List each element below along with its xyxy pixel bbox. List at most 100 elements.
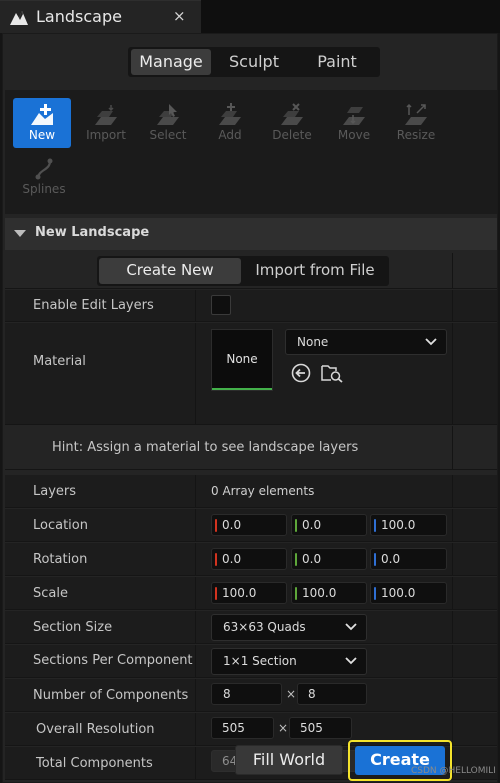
z-axis-marker xyxy=(374,587,376,600)
section-size-row: Section Size 63×63 Quads xyxy=(5,611,497,644)
overall-resolution-label: Overall Resolution xyxy=(36,722,155,737)
z-axis-marker xyxy=(374,553,376,566)
location-row: Location 0.0 0.0 100.0 xyxy=(5,509,497,542)
components-x-input[interactable]: 8 xyxy=(211,683,282,705)
scale-y-value: 100.0 xyxy=(302,586,337,600)
tool-resize[interactable]: Resize xyxy=(387,98,445,148)
landscape-panel: Manage Sculpt Paint New Import Select Ad… xyxy=(2,33,498,783)
enable-edit-layers-row: Enable Edit Layers xyxy=(5,290,497,322)
layers-value: 0 Array elements xyxy=(211,484,315,498)
rotation-z-input[interactable]: 0.0 xyxy=(370,548,447,570)
mode-sculpt[interactable]: Sculpt xyxy=(212,49,296,75)
rotation-x-input[interactable]: 0.0 xyxy=(211,548,287,570)
tool-add[interactable]: Add xyxy=(201,98,259,148)
chevron-down-icon xyxy=(345,623,357,631)
enable-edit-layers-label: Enable Edit Layers xyxy=(33,298,154,313)
material-combo-value: None xyxy=(297,335,329,349)
rotation-y-input[interactable]: 0.0 xyxy=(291,548,367,570)
resolution-x-input[interactable]: 505 xyxy=(211,717,274,739)
location-x-value: 0.0 xyxy=(222,518,242,532)
scale-z-input[interactable]: 100.0 xyxy=(370,582,447,604)
tool-new[interactable]: New xyxy=(13,98,71,148)
tool-splines-label: Splines xyxy=(22,182,66,196)
splines-icon xyxy=(35,158,53,180)
location-x-input[interactable]: 0.0 xyxy=(211,514,287,536)
new-landscape-icon xyxy=(31,104,53,125)
tab-landscape[interactable]: Landscape × xyxy=(0,0,201,33)
move-icon xyxy=(343,107,365,125)
mode-switcher: Manage Sculpt Paint xyxy=(128,47,380,77)
add-component-icon xyxy=(219,103,241,125)
components-y-input[interactable]: 8 xyxy=(297,683,367,705)
multiply-sign: × xyxy=(278,721,289,735)
tool-new-label: New xyxy=(28,128,56,142)
section-size-label: Section Size xyxy=(33,620,113,635)
section-size-value: 63×63 Quads xyxy=(223,620,306,634)
tool-select-label: Select xyxy=(149,128,187,142)
location-label: Location xyxy=(33,518,88,533)
use-selected-asset-icon[interactable] xyxy=(291,363,311,383)
location-y-value: 0.0 xyxy=(302,518,322,532)
layers-row: Layers 0 Array elements xyxy=(5,475,497,508)
material-type-bar xyxy=(212,388,272,390)
tool-move[interactable]: Move xyxy=(325,98,383,148)
new-landscape-section-header[interactable]: New Landscape xyxy=(5,218,497,250)
section-size-combo[interactable]: 63×63 Quads xyxy=(211,614,367,641)
fill-world-button[interactable]: Fill World xyxy=(235,745,343,775)
scale-y-input[interactable]: 100.0 xyxy=(291,582,367,604)
layers-label: Layers xyxy=(33,484,77,499)
rotation-z-value: 0.0 xyxy=(381,552,401,566)
material-thumbnail-label: None xyxy=(226,352,258,366)
scale-z-value: 100.0 xyxy=(381,586,416,600)
multiply-sign: × xyxy=(286,687,297,701)
tool-splines[interactable]: Splines xyxy=(15,152,73,202)
tool-import-label: Import xyxy=(86,128,126,142)
material-thumbnail[interactable]: None xyxy=(211,329,273,391)
create-mode-row: Create New Import from File xyxy=(5,253,497,289)
chevron-down-icon xyxy=(345,657,357,665)
create-new-tab[interactable]: Create New xyxy=(99,258,241,284)
location-z-value: 100.0 xyxy=(381,518,416,532)
tool-move-label: Move xyxy=(337,128,371,142)
landscape-mode-icon xyxy=(10,11,28,25)
scale-x-value: 100.0 xyxy=(222,586,257,600)
x-axis-marker xyxy=(215,519,217,532)
sections-per-component-combo[interactable]: 1×1 Section xyxy=(211,648,367,675)
import-from-file-tab[interactable]: Import from File xyxy=(243,258,387,284)
browse-asset-icon[interactable] xyxy=(321,363,343,383)
sections-per-component-value: 1×1 Section xyxy=(223,654,297,668)
collapse-arrow-icon[interactable] xyxy=(14,230,26,237)
tool-resize-label: Resize xyxy=(396,128,436,142)
tool-delete-label: Delete xyxy=(272,128,312,142)
z-axis-marker xyxy=(374,519,376,532)
rotation-x-value: 0.0 xyxy=(222,552,242,566)
location-z-input[interactable]: 100.0 xyxy=(370,514,447,536)
mode-paint[interactable]: Paint xyxy=(296,49,378,75)
scale-label: Scale xyxy=(33,586,68,601)
scale-row: Scale 100.0 100.0 100.0 xyxy=(5,577,497,610)
tool-delete[interactable]: Delete xyxy=(263,98,321,148)
tool-import[interactable]: Import xyxy=(77,98,135,148)
tab-bar: Landscape × xyxy=(0,0,500,33)
x-axis-marker xyxy=(215,553,217,566)
material-hint: Hint: Assign a material to see landscape… xyxy=(52,440,359,455)
y-axis-marker xyxy=(295,587,297,600)
material-label: Material xyxy=(33,354,86,369)
enable-edit-layers-checkbox[interactable] xyxy=(211,295,231,315)
close-icon[interactable]: × xyxy=(173,7,186,25)
resolution-y-input[interactable]: 505 xyxy=(289,717,352,739)
total-components-label: Total Components xyxy=(36,756,153,771)
mode-manage[interactable]: Manage xyxy=(131,49,211,75)
rotation-label: Rotation xyxy=(33,552,88,567)
rotation-y-value: 0.0 xyxy=(302,552,322,566)
material-combo[interactable]: None xyxy=(285,329,447,355)
section-title: New Landscape xyxy=(35,225,150,240)
y-axis-marker xyxy=(295,519,297,532)
tool-select[interactable]: Select xyxy=(139,98,197,148)
hint-row: Hint: Assign a material to see landscape… xyxy=(5,426,497,470)
rotation-row: Rotation 0.0 0.0 0.0 xyxy=(5,543,497,576)
chevron-down-icon xyxy=(425,338,437,346)
location-y-input[interactable]: 0.0 xyxy=(291,514,367,536)
scale-x-input[interactable]: 100.0 xyxy=(211,582,287,604)
select-icon xyxy=(157,104,179,125)
